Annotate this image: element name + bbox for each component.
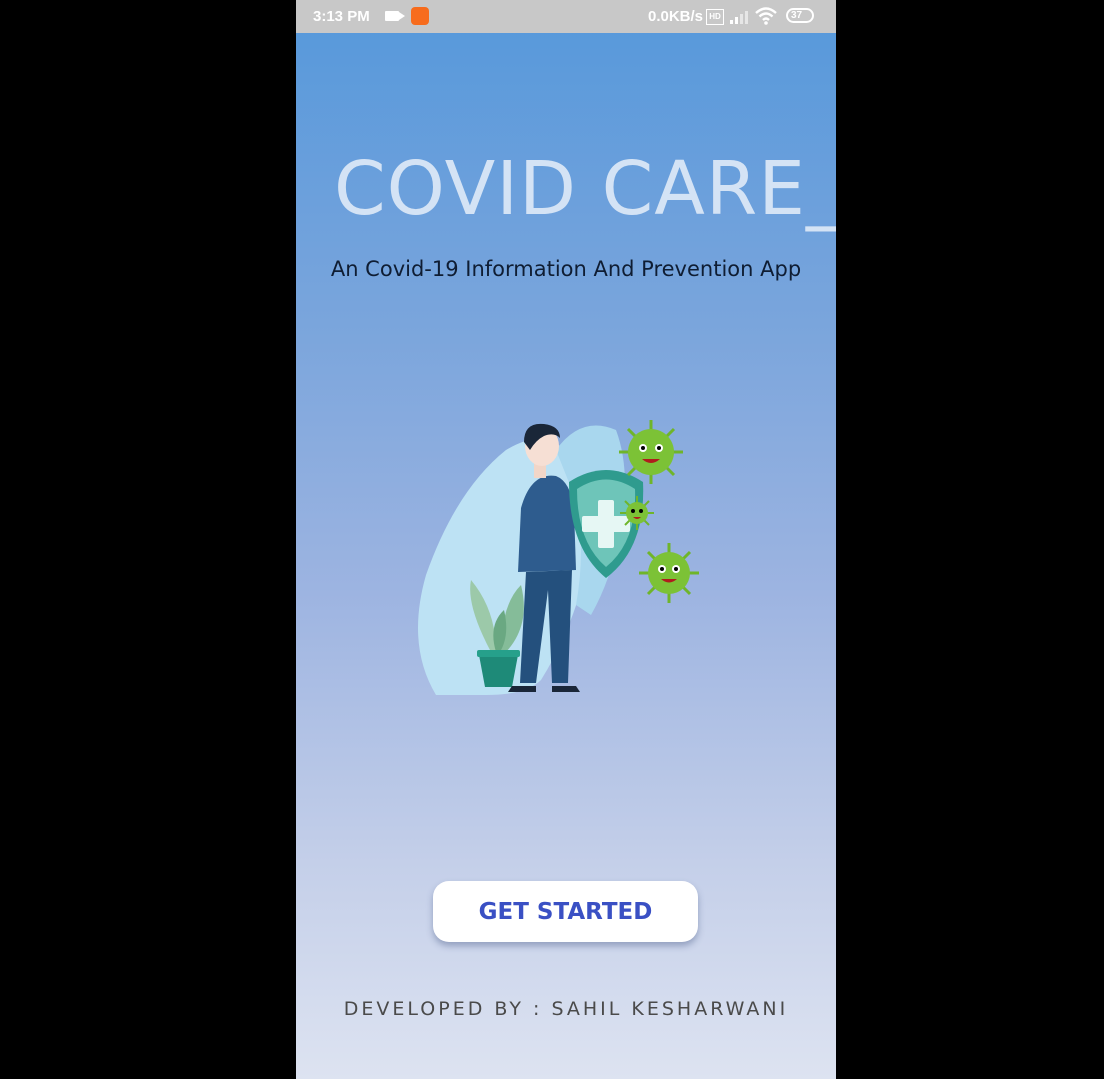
status-bar: 3:13 PM 0.0KB/s HD 37 [296,0,836,33]
status-time: 3:13 PM [313,8,370,25]
virus-icon-lower [639,543,699,603]
battery-icon: 37 [786,8,814,23]
wifi-icon [755,7,777,25]
video-camera-icon [385,11,405,21]
virus-icon-small [620,496,654,530]
app-notification-icon [411,7,429,25]
hd-icon: HD [706,9,724,25]
app-subtitle: An Covid-19 Information And Prevention A… [330,257,802,281]
get-started-button[interactable]: GET STARTED [433,881,698,942]
person-shield-virus-illustration [418,420,699,695]
developer-credit: DEVELOPED BY : SAHIL KESHARWANI [343,998,789,1020]
battery-level: 37 [791,10,803,21]
virus-icon [619,420,683,484]
phone-screen: 3:13 PM 0.0KB/s HD 37 COVID CARE_ An Cov… [296,0,836,1079]
app-title: COVID CARE_ [334,146,836,232]
network-speed: 0.0KB/s [648,8,704,25]
signal-icon [730,11,748,24]
